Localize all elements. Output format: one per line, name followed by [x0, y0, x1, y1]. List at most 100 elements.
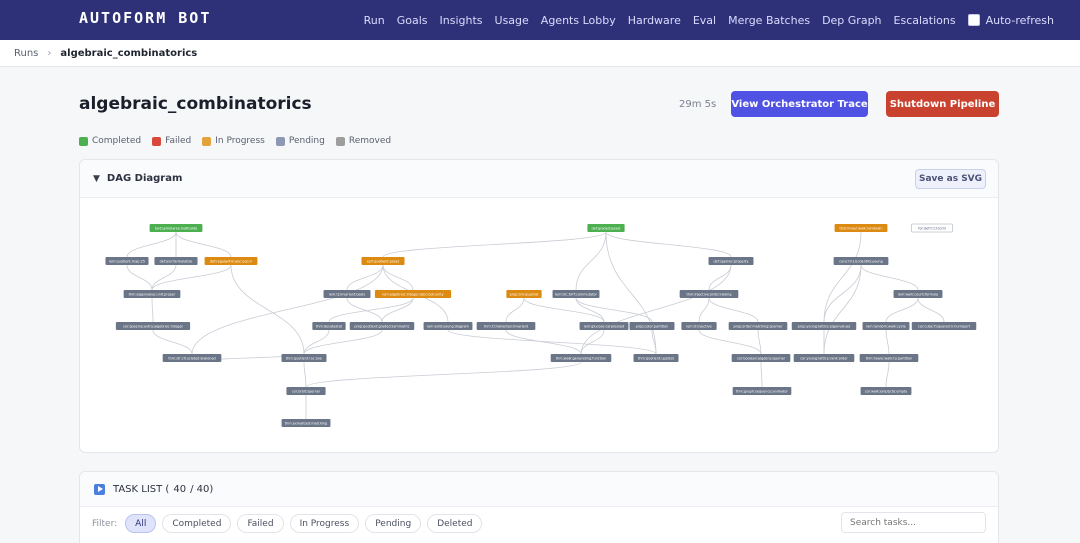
dag-node-label: thm:graph:sequence:animator — [736, 389, 788, 393]
filter-chip-failed[interactable]: Failed — [237, 514, 284, 533]
dag-node-label: prop:color:partition — [636, 324, 669, 328]
dag-node[interactable]: def:sperner:property — [708, 257, 754, 265]
expand-play-icon[interactable] — [94, 483, 105, 495]
dag-edge — [823, 231, 862, 323]
dag-node[interactable]: def:graded:poset — [587, 224, 625, 232]
dag-node[interactable]: lem:U:injective — [681, 322, 717, 330]
auto-refresh-checkbox[interactable] — [967, 14, 980, 26]
dag-node[interactable]: cor:walk:empty:to:empty — [860, 387, 912, 395]
dag-node[interactable]: prop:order:matching:sperner — [728, 322, 788, 330]
dag-node[interactable]: thm:decatastat — [312, 322, 346, 330]
dag-node[interactable]: thm:quotient:rac:one — [281, 354, 327, 362]
dag-edge — [126, 231, 177, 258]
dag-node-label: cor:boolean:algebra:sperner — [737, 356, 786, 360]
dag-node-label: cor:young:lattice:rank:order — [800, 356, 848, 360]
dag-node-label: sprl:quotient:poset — [367, 259, 400, 263]
dag-node-label: thm:exmalized:matching — [285, 421, 327, 425]
nav-goals[interactable]: Goals — [397, 14, 428, 27]
dag-node-label: cons:t0:LG:identify:young — [839, 259, 882, 263]
dag-edge — [381, 297, 414, 323]
dag-edge — [917, 297, 945, 323]
nav-eval[interactable]: Eval — [693, 14, 716, 27]
nav-hardware[interactable]: Hardware — [628, 14, 681, 27]
task-list-header[interactable]: TASK LIST ( 40 / 40) — [80, 472, 998, 507]
top-navbar: AUTOFORM BOT Run Goals Insights Usage Ag… — [0, 0, 1080, 40]
dag-node[interactable]: bwt:symbiarse:inoficolde — [149, 224, 203, 232]
dag-node-label: def:asn:farmolatize — [160, 259, 193, 263]
dag-node[interactable]: thm:walk:generating:function — [550, 354, 612, 362]
dag-node-label: prop:bm:quadrat — [510, 292, 539, 296]
legend-swatch — [152, 136, 162, 146]
dag-node-label: thm:hoare:walk:to:partition — [866, 356, 913, 360]
dag-node[interactable]: sprl:quotient:poset — [361, 257, 405, 265]
dag-node-label: for:def:t:1:tccntl — [918, 226, 946, 230]
dag-node[interactable]: thm:injective:order:raising — [679, 290, 739, 298]
legend-swatch — [275, 136, 285, 146]
dag-node[interactable]: cons:t0:LG:identify:young — [833, 257, 889, 265]
dag-node[interactable]: prop:quotient:graded:symmetric — [349, 322, 415, 330]
legend-failed: Failed — [152, 136, 191, 146]
dag-node[interactable]: for:def:t:1:tccntl — [911, 223, 953, 233]
dag-edge — [151, 297, 154, 323]
dag-node[interactable]: lem:random:walk:cycle — [862, 322, 910, 330]
nav-insights[interactable]: Insights — [440, 14, 483, 27]
save-as-svg-button[interactable]: Save as SVG — [915, 169, 986, 189]
nav-run[interactable]: Run — [364, 14, 385, 27]
dag-node[interactable]: lem:quotient:map:25 — [105, 257, 149, 265]
dag-node[interactable]: cor:boolean:algebra:sperner — [731, 354, 791, 362]
nav-usage[interactable]: Usage — [495, 14, 529, 27]
dag-node[interactable]: cor:young:lattice:rank:order — [793, 354, 855, 362]
view-orchestrator-trace-button[interactable]: View Orchestrator Trace — [731, 91, 868, 117]
dag-node[interactable]: lem:GC:bVT:commutator — [552, 290, 600, 298]
auto-refresh-toggle[interactable]: Auto-refresh — [967, 14, 1054, 27]
dag-node-label: prop:young:lattice:eigenvalues — [798, 324, 851, 328]
filter-chip-in-progress[interactable]: In Progress — [289, 514, 360, 533]
dag-edge — [698, 297, 710, 323]
dag-node[interactable]: thm:t:trialvertex:invariant — [476, 322, 536, 330]
app-logo[interactable]: AUTOFORM BOT — [79, 9, 211, 27]
dag-node[interactable]: cor:orbit:sperner — [286, 387, 326, 395]
dag-node[interactable]: lem:glucose:carpressed — [579, 322, 629, 330]
legend-label: Removed — [348, 136, 392, 146]
dag-node[interactable]: thm:str:cfcuclated:lewioned — [162, 354, 222, 362]
shutdown-pipeline-button[interactable]: Shutdown Pipeline — [886, 91, 999, 117]
filter-chip-deleted[interactable]: Deleted — [427, 514, 483, 533]
filter-chip-all[interactable]: All — [125, 514, 157, 533]
dag-node[interactable]: def:regularitm:abc:eqn:n — [204, 257, 258, 265]
dag-node[interactable]: cor:speerse:extrq:algebraic:integer — [115, 322, 191, 330]
dag-panel-header[interactable]: ▼ DAG Diagram Save as SVG — [80, 160, 998, 198]
dag-node[interactable]: cor:cube:f:squared:n:hurinport — [911, 322, 977, 330]
task-search-input[interactable] — [841, 512, 986, 533]
breadcrumb-runs-link[interactable]: Runs — [14, 48, 38, 59]
dag-edge — [303, 329, 330, 355]
nav-dep-graph[interactable]: Dep Graph — [822, 14, 881, 27]
task-filter-bar: Filter: All Completed Failed In Progress… — [92, 514, 483, 533]
dag-edge — [885, 361, 890, 388]
dag-node[interactable]: prop:color:partition — [629, 322, 675, 330]
dag-node-label: lem:glucose:carpressed — [584, 324, 624, 328]
dag-node[interactable]: def:asn:farmolatize — [154, 257, 198, 265]
dag-node[interactable]: lem:edid:young:diagram — [423, 322, 473, 330]
dag-edge — [230, 264, 305, 355]
filter-chip-completed[interactable]: Completed — [162, 514, 232, 533]
dag-node[interactable]: thm:linear:walk:rambrain — [834, 224, 888, 232]
dag-node[interactable]: thm:graph:sequence:animator — [732, 387, 792, 395]
nav-agents-lobby[interactable]: Agents Lobby — [541, 14, 616, 27]
dag-node[interactable]: lem:algebraic:integer:abs:root:unity — [374, 290, 452, 298]
dag-edge — [447, 329, 657, 355]
nav-merge-batches[interactable]: Merge Batches — [728, 14, 810, 27]
dag-node[interactable]: prop:bm:quadrat — [506, 290, 542, 298]
dag-node-label: lem:quotient:map:25 — [109, 259, 145, 263]
filter-chip-pending[interactable]: Pending — [365, 514, 422, 533]
dag-node[interactable]: thm:quotient:upsstat — [633, 354, 679, 362]
dag-node[interactable]: thm:exmalized:matching — [281, 419, 331, 427]
legend-swatch — [202, 136, 212, 146]
collapse-caret-icon[interactable]: ▼ — [93, 174, 100, 184]
nav-escalations[interactable]: Escalations — [894, 14, 956, 27]
dag-node[interactable]: lem:walk:count:formula — [893, 290, 943, 298]
dag-node[interactable]: lem:Q:invariant:basis — [323, 290, 371, 298]
dag-node-label: def:regularitm:abc:eqn:n — [210, 259, 252, 263]
dag-node[interactable]: prop:young:lattice:eigenvalues — [791, 322, 857, 330]
dag-node[interactable]: thm:eigenvalue:unit:proper — [123, 290, 181, 298]
dag-node[interactable]: thm:hoare:walk:to:partition — [859, 354, 919, 362]
